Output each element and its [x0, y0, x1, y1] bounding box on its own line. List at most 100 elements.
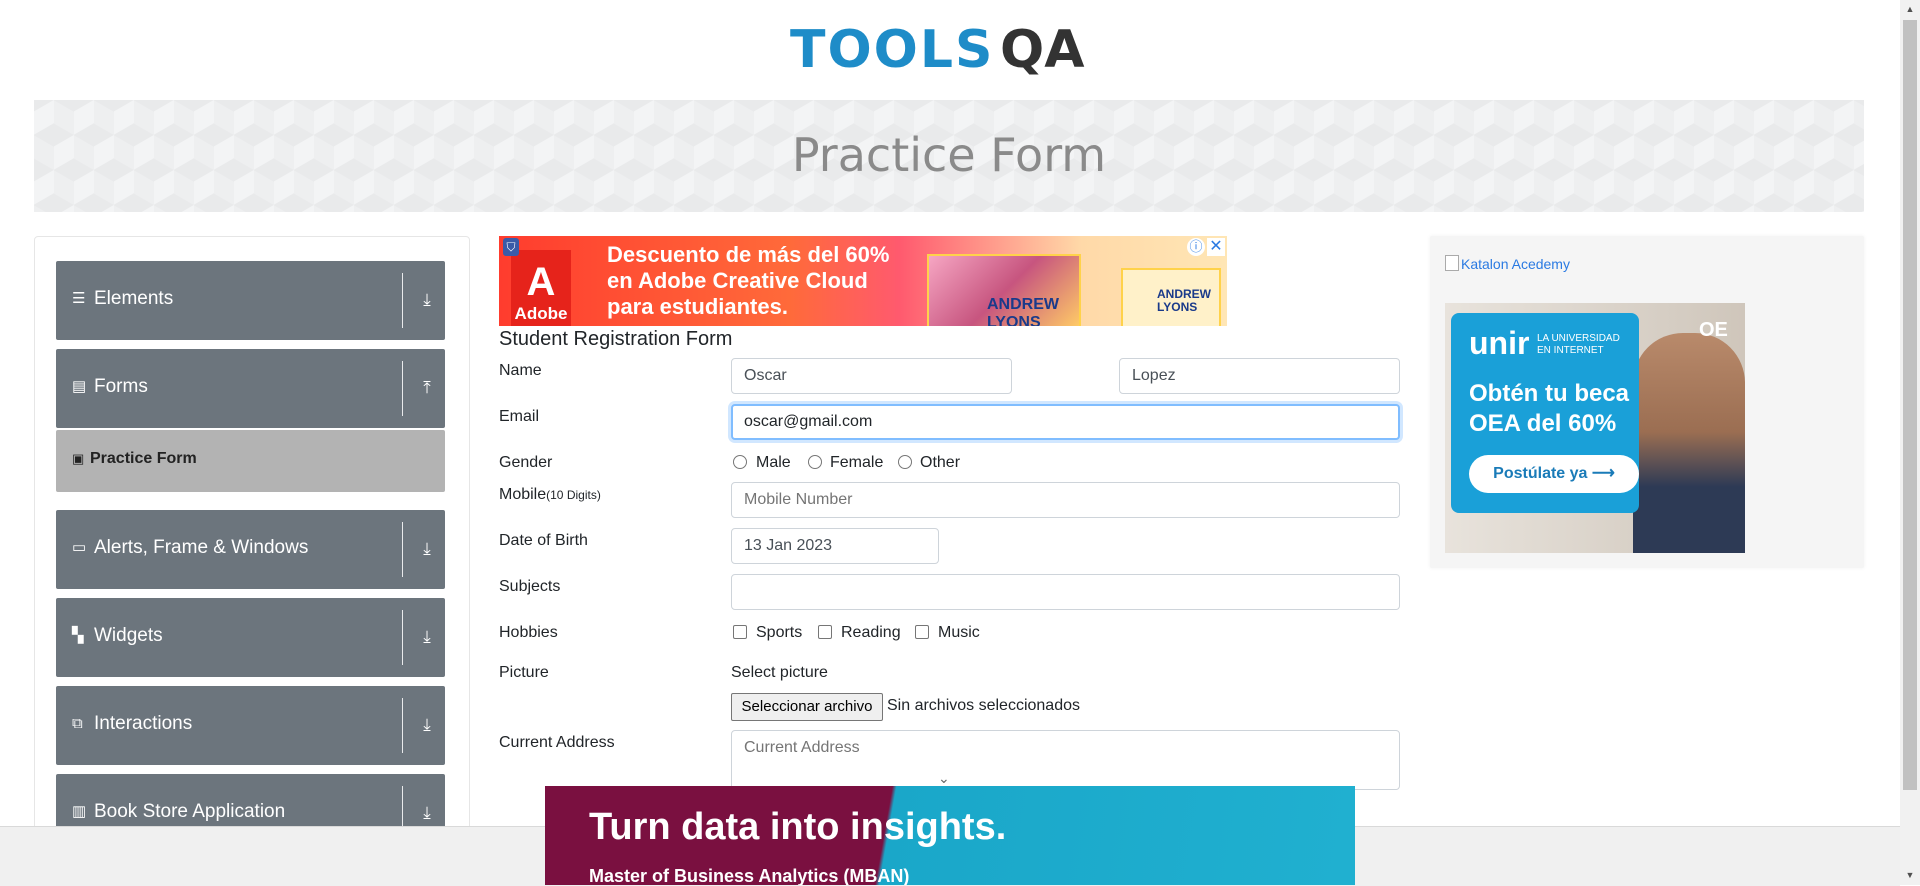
- close-icon[interactable]: ✕: [1207, 238, 1225, 256]
- divider: [402, 522, 403, 577]
- bottom-ad-headline: Turn data into insights.: [589, 806, 1007, 848]
- ad-line-3: para estudiantes.: [607, 294, 788, 319]
- gender-male-radio[interactable]: [733, 455, 747, 469]
- mobile-label-text: Mobile: [499, 486, 547, 503]
- ad-line-2: en Adobe Creative Cloud: [607, 268, 868, 293]
- unir-logo: unir: [1469, 325, 1530, 361]
- divider: [402, 698, 403, 753]
- unir-headline-line: Obtén tu beca: [1469, 380, 1630, 407]
- mobile-label: Mobile(10 Digits): [499, 486, 601, 504]
- form-title: Student Registration Form: [499, 328, 733, 350]
- hobby-option-label[interactable]: Reading: [841, 624, 901, 642]
- hamburger-icon: ☰: [72, 290, 86, 307]
- scrollbar-thumb[interactable]: [1903, 20, 1917, 790]
- form-icon: ▣: [72, 451, 85, 466]
- scroll-up-icon[interactable]: ▲: [1903, 4, 1917, 16]
- hobby-reading-checkbox[interactable]: [818, 625, 832, 639]
- gender-option-label[interactable]: Other: [920, 454, 960, 472]
- toolsqa-logo[interactable]: TOOLS QA: [790, 14, 1112, 90]
- divider: [402, 361, 403, 416]
- last-name-input[interactable]: Lopez: [1119, 358, 1400, 394]
- sidebar-group-alerts-frame-windows[interactable]: ▭ Alerts, Frame & Windows ⤓: [56, 510, 445, 589]
- books-icon: ▥: [72, 803, 87, 820]
- page-title: Practice Form: [791, 128, 1107, 182]
- ad-brand: Adobe: [514, 304, 568, 323]
- sidebar-group-label: Widgets: [94, 625, 163, 646]
- hobbies-label: Hobbies: [499, 624, 558, 641]
- unir-headline-line: OEA del 60%: [1469, 410, 1617, 437]
- apply-button[interactable]: Postúlate ya ⟶: [1469, 455, 1639, 493]
- gender-option-label[interactable]: Female: [830, 454, 883, 472]
- choose-file-button[interactable]: Seleccionar archivo: [731, 693, 883, 721]
- unir-headline: Obtén tu beca OEA del 60%: [1469, 379, 1629, 439]
- email-input[interactable]: oscar@gmail.com: [731, 404, 1400, 440]
- logo-text: TOOLS: [790, 20, 995, 80]
- unir-subtitle: LA UNIVERSIDAD EN INTERNET: [1537, 333, 1620, 357]
- sidebar-item-practice-form[interactable]: ▣ Practice Form: [56, 430, 445, 492]
- oe-logo-text: OE: [1699, 319, 1728, 341]
- dob-label: Date of Birth: [499, 532, 588, 549]
- sidebar-group-forms[interactable]: ▤ Forms ⤒: [56, 349, 445, 428]
- sidebar-group-label: Alerts, Frame & Windows: [94, 537, 309, 558]
- gender-other-radio[interactable]: [898, 455, 912, 469]
- hobby-option-label[interactable]: Music: [938, 624, 980, 642]
- download-arrow-icon: ⤓: [423, 715, 431, 734]
- file-status: Sin archivos seleccionados: [887, 697, 1080, 714]
- sidebar-group-label: Elements: [94, 288, 174, 309]
- unir-ad[interactable]: unir LA UNIVERSIDAD EN INTERNET Obtén tu…: [1445, 303, 1745, 553]
- ad-headline: Descuento de más del 60% en Adobe Creati…: [607, 242, 889, 320]
- download-arrow-icon: ⤓: [423, 539, 431, 558]
- address-label: Current Address: [499, 734, 615, 751]
- hobby-option-label[interactable]: Sports: [756, 624, 802, 642]
- sidebar-item-label: Practice Form: [90, 450, 197, 467]
- katalon-ad-link[interactable]: Katalon Acedemy: [1445, 255, 1570, 272]
- ad-person-image: [1633, 333, 1745, 553]
- shield-icon[interactable]: ⛉: [503, 238, 519, 256]
- ad-name-line: LYONS: [987, 314, 1041, 326]
- ad-name-small: ANDREW LYONS: [1157, 288, 1211, 314]
- page-banner: Practice Form: [34, 100, 1864, 212]
- hobby-music-checkbox[interactable]: [915, 625, 929, 639]
- info-icon[interactable]: ⓘ: [1187, 238, 1205, 256]
- ad-banner-adobe[interactable]: A Adobe Descuento de más del 60% en Adob…: [499, 236, 1227, 326]
- window-icon: ▭: [72, 539, 87, 556]
- sidebar-group-interactions[interactable]: ⧉ Interactions ⤓: [56, 686, 445, 765]
- current-address-textarea[interactable]: Current Address: [731, 730, 1400, 790]
- divider: [402, 273, 403, 328]
- katalon-alt-text: Katalon Acedemy: [1461, 256, 1570, 272]
- sidebar-group-label: Interactions: [94, 713, 193, 734]
- ad-name-line: LYONS: [1157, 300, 1198, 314]
- sidebar-group-widgets[interactable]: ▚ Widgets ⤓: [56, 598, 445, 677]
- download-arrow-icon: ⤓: [423, 803, 431, 822]
- logo-qa-text: QA: [1000, 20, 1085, 80]
- gender-label: Gender: [499, 454, 553, 471]
- scroll-down-icon[interactable]: ▼: [1903, 870, 1917, 882]
- gender-option-label[interactable]: Male: [756, 454, 791, 472]
- first-name-input[interactable]: Oscar: [731, 358, 1012, 394]
- subjects-input[interactable]: [731, 574, 1400, 610]
- interactions-icon: ⧉: [72, 715, 83, 732]
- subjects-label: Subjects: [499, 578, 561, 595]
- download-arrow-icon: ⤓: [423, 627, 431, 646]
- bottom-ad-banner[interactable]: Turn data into insights. Master of Busin…: [545, 786, 1355, 885]
- sidebar-group-book-store[interactable]: ▥ Book Store Application ⤓: [56, 774, 445, 841]
- ad-line-1: Descuento de más del 60%: [607, 242, 890, 267]
- download-arrow-icon: ⤓: [423, 290, 431, 309]
- sidebar-group-label: Forms: [94, 376, 148, 397]
- sidebar-group-elements[interactable]: ☰ Elements ⤓: [56, 261, 445, 340]
- mobile-input[interactable]: Mobile Number: [731, 482, 1400, 518]
- ad-name-line: ANDREW: [987, 296, 1059, 313]
- divider: [402, 610, 403, 665]
- bottom-ad-subline: Master of Business Analytics (MBAN): [589, 866, 910, 885]
- unir-subtitle-line: EN INTERNET: [1537, 345, 1604, 356]
- chevron-down-icon[interactable]: ⌄: [938, 770, 950, 787]
- mobile-hint: (10 Digits): [546, 488, 601, 502]
- hobby-sports-checkbox[interactable]: [733, 625, 747, 639]
- unir-subtitle-line: LA UNIVERSIDAD: [1537, 333, 1620, 344]
- upload-arrow-icon: ⤒: [423, 378, 431, 397]
- broken-image-icon: [1445, 255, 1459, 271]
- gender-female-radio[interactable]: [808, 455, 822, 469]
- email-label: Email: [499, 408, 540, 425]
- name-label: Name: [499, 362, 542, 379]
- date-of-birth-input[interactable]: 13 Jan 2023: [731, 528, 939, 564]
